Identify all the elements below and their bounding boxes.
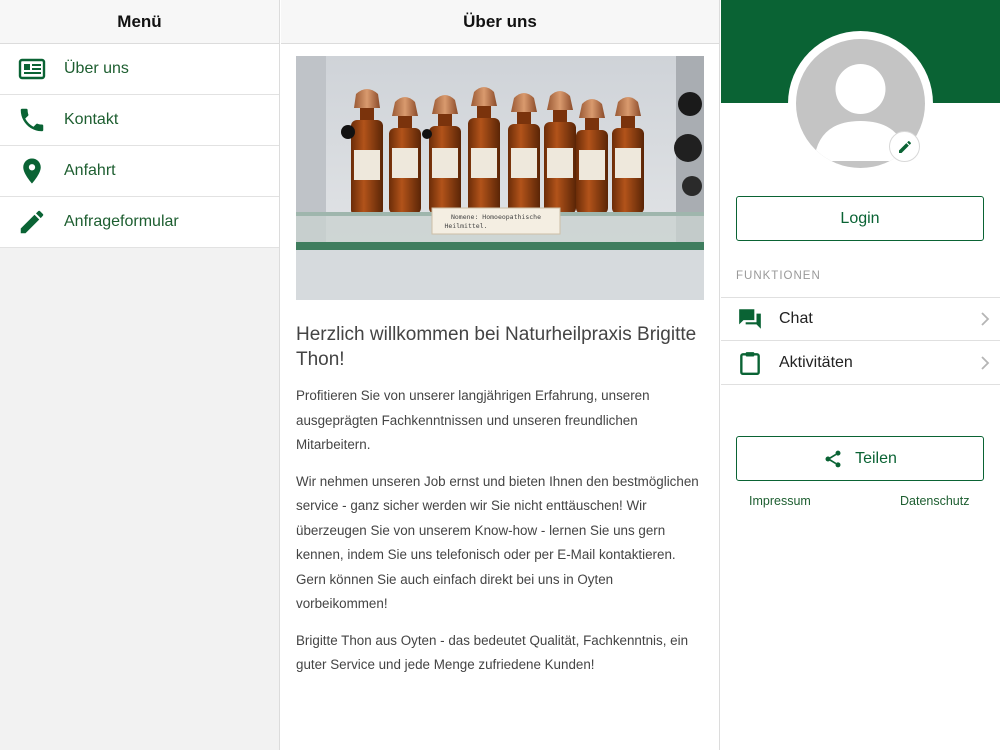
- function-item-chat[interactable]: Chat: [721, 297, 1000, 341]
- article-paragraph-1: Profitieren Sie von unserer langjährigen…: [296, 388, 650, 452]
- pencil-icon: [898, 140, 911, 153]
- menu-item-label: Anfrageformular: [64, 213, 179, 230]
- menu-item-label: Kontakt: [64, 111, 119, 128]
- impressum-link[interactable]: Impressum: [749, 494, 811, 508]
- pencil-icon: [0, 207, 64, 237]
- function-item-label: Aktivitäten: [779, 353, 853, 371]
- chevron-right-icon: [970, 311, 1000, 327]
- article-heading: Herzlich willkommen bei Naturheilpraxis …: [296, 324, 697, 370]
- login-button[interactable]: Login: [736, 196, 984, 241]
- share-icon: [825, 450, 841, 467]
- map-pin-icon: [0, 156, 64, 186]
- menu-item-anfahrt[interactable]: Anfahrt: [0, 146, 279, 197]
- share-button-label: Teilen: [855, 449, 897, 467]
- menu-panel: Menü Über uns Kontakt Anfahrt Anfragefor…: [0, 0, 280, 750]
- content-panel: Über uns Nomene: Homoeopathische Heilmit…: [281, 0, 720, 750]
- page-title: Über uns: [281, 0, 719, 44]
- functions-section-label: FUNKTIONEN: [736, 270, 821, 282]
- menu-item-label: Über uns: [64, 60, 129, 77]
- article-paragraph-3: Brigitte Thon aus Oyten - das bedeutet Q…: [296, 632, 689, 673]
- menu-item-kontakt[interactable]: Kontakt: [0, 95, 279, 146]
- share-button[interactable]: Teilen: [736, 436, 984, 481]
- hero-label-line2: Heilmittel.: [444, 222, 487, 230]
- menu-item-anfrageformular[interactable]: Anfrageformular: [0, 197, 279, 248]
- article: Herzlich willkommen bei Naturheilpraxis …: [296, 322, 706, 690]
- chevron-right-icon: [970, 355, 1000, 371]
- edit-avatar-button[interactable]: [889, 131, 920, 162]
- article-paragraph-2: Wir nehmen unseren Job ernst und bieten …: [296, 473, 699, 612]
- newspaper-icon: [0, 54, 64, 84]
- phone-icon: [0, 105, 64, 135]
- datenschutz-link[interactable]: Datenschutz: [900, 494, 969, 508]
- user-sidebar: Login FUNKTIONEN Chat Aktivitäten Teilen…: [721, 0, 1000, 750]
- function-item-aktivitaeten[interactable]: Aktivitäten: [721, 341, 1000, 385]
- clipboard-icon: [721, 350, 779, 376]
- menu-item-label: Anfahrt: [64, 162, 116, 179]
- chat-icon: [721, 306, 779, 332]
- menu-item-ueber-uns[interactable]: Über uns: [0, 44, 279, 95]
- hero-image: Nomene: Homoeopathische Heilmittel.: [296, 56, 704, 300]
- hero-label-line1: Nomene: Homoeopathische: [451, 213, 541, 221]
- menu-title: Menü: [0, 0, 279, 44]
- function-item-label: Chat: [779, 310, 813, 327]
